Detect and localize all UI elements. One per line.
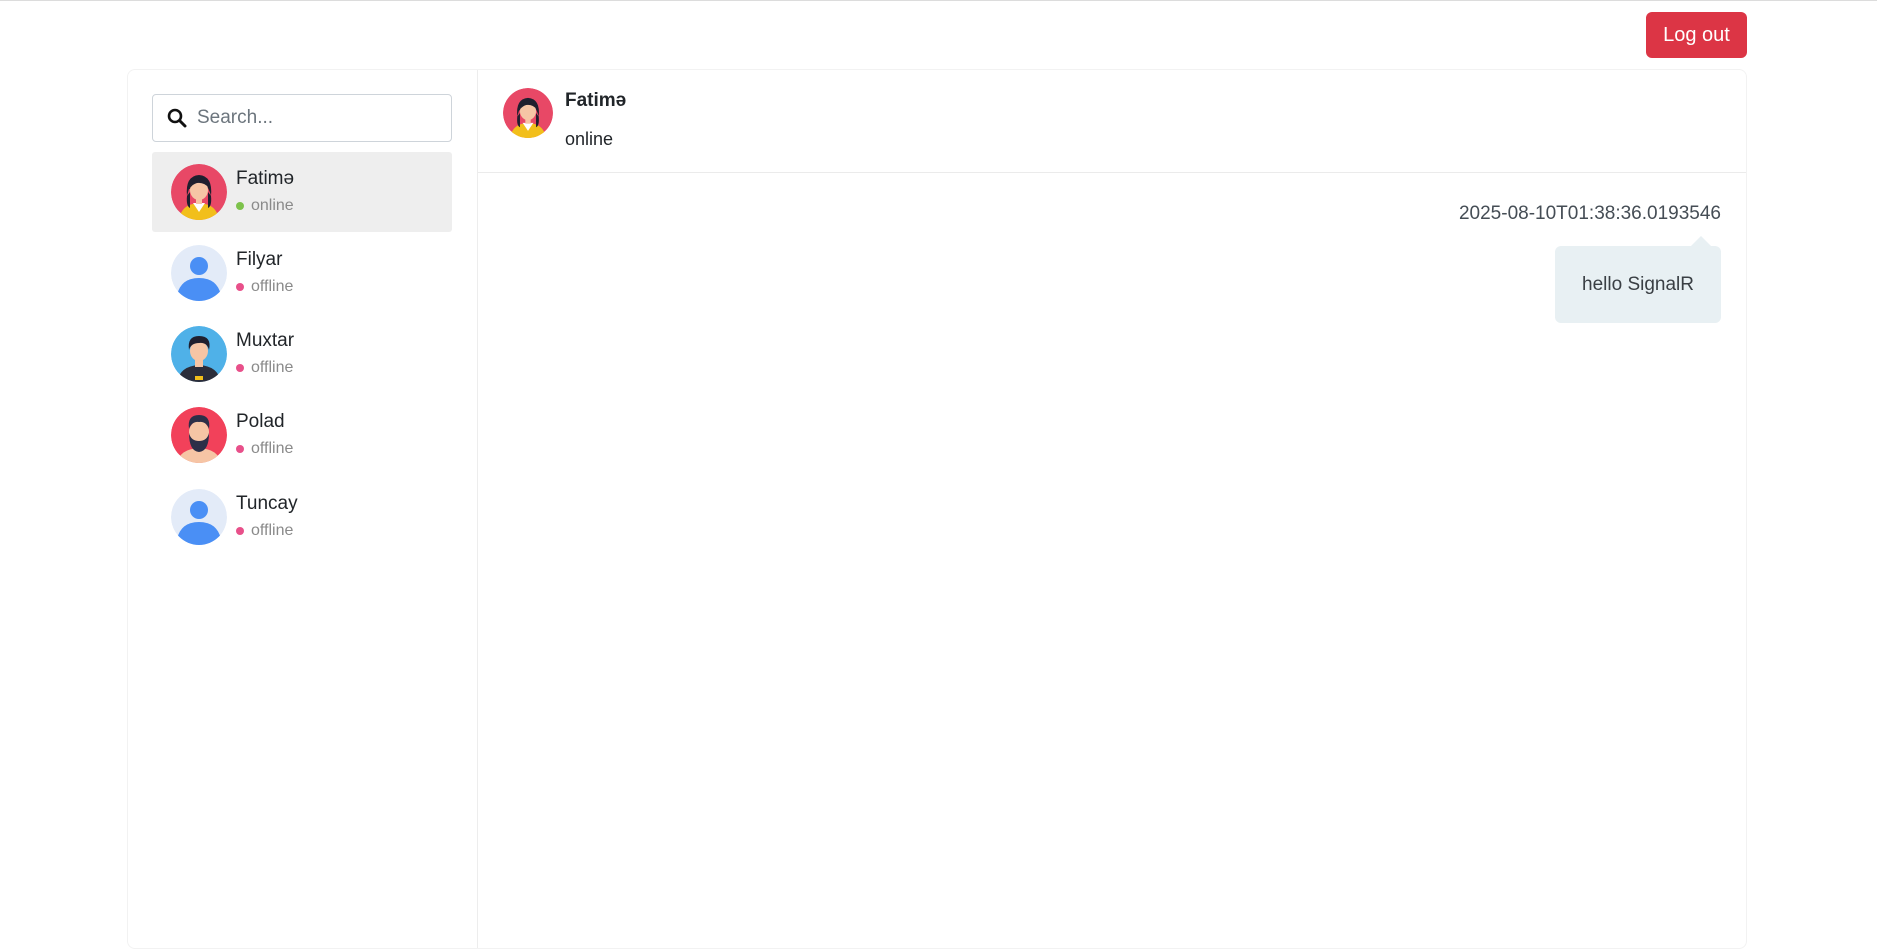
online-dot-icon xyxy=(236,202,244,210)
contact-status: offline xyxy=(236,440,293,458)
search-box[interactable] xyxy=(152,94,452,142)
woman-avatar-icon xyxy=(503,88,553,138)
man-avatar-icon xyxy=(171,326,227,382)
contact-item-filyar[interactable]: Filyar offline xyxy=(152,233,452,313)
contact-name: Muxtar xyxy=(236,330,295,351)
contact-status-text: offline xyxy=(251,359,294,376)
contact-name: Polad xyxy=(236,411,285,432)
offline-dot-icon xyxy=(236,364,244,372)
contact-item-polad[interactable]: Polad offline xyxy=(152,395,452,475)
message-text: hello SignalR xyxy=(1582,273,1694,295)
default-user-icon xyxy=(171,489,227,545)
contact-status: offline xyxy=(236,522,293,540)
chat-header: Fatimə online xyxy=(478,70,1746,173)
contact-status: offline xyxy=(236,359,293,377)
contact-status: offline xyxy=(236,278,293,296)
offline-dot-icon xyxy=(236,283,244,291)
contact-status-text: online xyxy=(251,197,294,214)
offline-dot-icon xyxy=(236,527,244,535)
message-bubble: hello SignalR xyxy=(1555,236,1721,323)
contact-status-text: offline xyxy=(251,278,294,295)
contact-name: Fatimə xyxy=(236,168,295,189)
message-timestamp: 2025-08-10T01:38:36.0193546 xyxy=(1458,203,1721,224)
chat-panel: Fatimə online 2025-08-10T01:38:36.019354… xyxy=(478,70,1746,948)
default-user-icon xyxy=(171,245,227,301)
top-divider xyxy=(0,0,1877,1)
chat-card: Fatimə online Filyar offline xyxy=(127,69,1747,949)
contact-name: Filyar xyxy=(236,249,283,270)
search-icon xyxy=(167,108,187,128)
contacts-sidebar: Fatimə online Filyar offline xyxy=(128,70,478,948)
contact-name: Tuncay xyxy=(236,493,298,514)
chat-contact-name: Fatimə xyxy=(565,90,627,111)
contact-item-muxtar[interactable]: Muxtar offline xyxy=(152,314,452,394)
offline-dot-icon xyxy=(236,445,244,453)
contact-status-text: offline xyxy=(251,440,294,457)
contact-item-fatime[interactable]: Fatimə online xyxy=(152,152,452,232)
bearded-man-avatar-icon xyxy=(171,407,227,463)
logout-button[interactable]: Log out xyxy=(1646,12,1747,58)
woman-avatar-icon xyxy=(171,164,227,220)
search-input[interactable] xyxy=(197,107,437,129)
contact-item-tuncay[interactable]: Tuncay offline xyxy=(152,477,452,557)
contact-status-text: offline xyxy=(251,522,294,539)
contact-status: online xyxy=(236,197,294,215)
chat-contact-status: online xyxy=(565,129,614,149)
